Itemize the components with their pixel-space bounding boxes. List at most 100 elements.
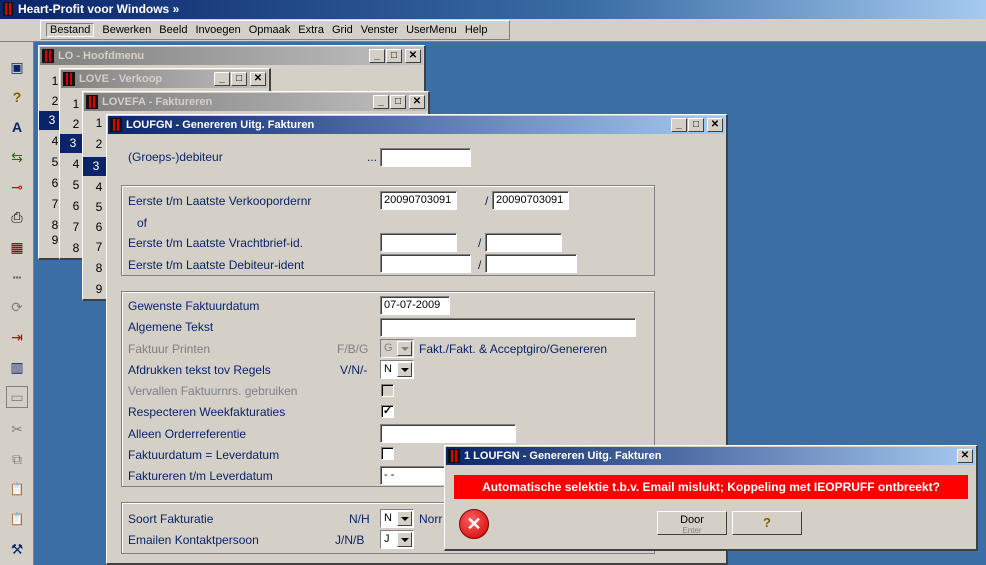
key-icon[interactable]: ⊸ [6, 176, 28, 198]
algemene-tekst-label: Algemene Tekst [128, 320, 214, 334]
calculator-icon[interactable]: ▦ [6, 236, 28, 258]
minimize-icon[interactable]: _ [369, 49, 385, 63]
faktuurdatum-input[interactable]: 07-07-2009 [380, 296, 450, 315]
or-label: of [137, 216, 148, 230]
faktuurdatum-label: Gewenste Faktuurdatum [128, 299, 260, 313]
window-icon[interactable]: ▭ [6, 386, 28, 408]
weekfakturaties-label: Respecteren Weekfakturaties [128, 405, 286, 419]
app-titlebar: Heart-Profit voor Windows » [0, 0, 986, 19]
faktuur-printen-value: G [384, 342, 393, 354]
debiteur-input[interactable] [380, 148, 471, 167]
debiteur-ident-to-input[interactable] [485, 254, 577, 273]
print-icon[interactable]: ⎙ [6, 206, 28, 228]
maximize-icon[interactable]: □ [386, 49, 402, 63]
menu-usermenu[interactable]: UserMenu [406, 24, 457, 36]
menu-bewerken[interactable]: Bewerken [102, 24, 151, 36]
help-icon: ? [763, 515, 771, 530]
menu-extra[interactable]: Extra [298, 24, 324, 36]
document-icon[interactable]: ▣ [6, 56, 28, 78]
faktuur-printen-label: Faktuur Printen [128, 342, 211, 356]
soort-fakturatie-label: Soort Fakturatie [128, 512, 214, 526]
tool-icon[interactable]: ⚒ [6, 538, 28, 560]
door-button-shortcut: Enter [682, 526, 702, 535]
chevron-down-icon[interactable] [397, 341, 412, 356]
emailen-label: Emailen Kontaktpersoon [128, 533, 259, 547]
afdrukken-select[interactable]: N [380, 360, 414, 379]
maximize-icon[interactable]: □ [688, 118, 704, 132]
window-genereren-titlebar: LOUFGN - Genereren Uitg. Fakturen _ □ ✕ [108, 116, 725, 134]
window-hoofdmenu-title: LO - Hoofdmenu [58, 50, 145, 62]
debiteur-lookup-dots[interactable]: ... [367, 150, 377, 164]
vrachtbrief-from-input[interactable] [380, 233, 457, 252]
debiteur-label: (Groeps-)debiteur [128, 150, 223, 164]
app-title: Heart-Profit voor Windows » [18, 2, 180, 16]
copy-icon[interactable]: ⧉ [6, 448, 28, 470]
window-faktureren-title: LOVEFA - Faktureren [102, 96, 213, 108]
leverdatum-tm-input[interactable]: - - [380, 466, 450, 485]
door-button-label: Door [680, 514, 704, 526]
vrachtbrief-to-input[interactable] [485, 233, 562, 252]
maximize-icon[interactable]: □ [390, 95, 406, 109]
close-icon[interactable]: ✕ [707, 118, 723, 132]
dots-icon[interactable]: ▪▪▪ [6, 266, 28, 288]
chevron-down-icon[interactable] [397, 511, 412, 526]
debiteur-ident-label: Eerste t/m Laatste Debiteur-ident [128, 258, 305, 272]
help-icon[interactable]: ? [6, 86, 28, 108]
orderreferentie-label: Alleen Orderreferentie [128, 427, 247, 441]
minimize-icon[interactable]: _ [373, 95, 389, 109]
verkooporder-to-input[interactable]: 20090703091 [492, 191, 569, 210]
menu-invoegen[interactable]: Invoegen [195, 24, 240, 36]
verkooporder-from-input[interactable]: 20090703091 [380, 191, 457, 210]
vrachtbrief-label: Eerste t/m Laatste Vrachtbrief-id. [128, 236, 303, 250]
chevron-down-icon[interactable] [397, 362, 412, 377]
maximize-icon[interactable]: □ [231, 72, 247, 86]
help-button[interactable]: ? [732, 511, 802, 535]
menu-venster[interactable]: Venster [361, 24, 398, 36]
emailen-select[interactable]: J [380, 530, 414, 549]
close-icon[interactable]: ✕ [409, 95, 425, 109]
menu-beeld[interactable]: Beeld [159, 24, 187, 36]
debiteur-ident-from-input[interactable] [380, 254, 471, 273]
window-logo-icon [86, 95, 98, 109]
error-icon: ✕ [459, 509, 489, 539]
window-logo-icon [42, 49, 54, 63]
window-hoofdmenu-titlebar: LO - Hoofdmenu _ □ ✕ [40, 47, 423, 65]
window-logo-icon [63, 72, 75, 86]
minimize-icon[interactable]: _ [671, 118, 687, 132]
minimize-icon[interactable]: _ [214, 72, 230, 86]
chart-icon[interactable]: ▥ [6, 356, 28, 378]
window-logo-icon [448, 449, 460, 463]
chevron-down-icon[interactable] [397, 532, 412, 547]
afdrukken-label: Afdrukken tekst tov Regels [128, 363, 271, 377]
close-icon[interactable]: ✕ [405, 49, 421, 63]
reload-icon[interactable]: ⇆ [6, 146, 28, 168]
menu-help[interactable]: Help [465, 24, 488, 36]
leverdatum-eq-label: Faktuurdatum = Leverdatum [128, 448, 280, 462]
soort-fakturatie-description: Norr [419, 512, 443, 526]
menu-grid[interactable]: Grid [332, 24, 353, 36]
menu-bestand[interactable]: Bestand [46, 23, 95, 37]
cut-icon[interactable]: ✂ [6, 418, 28, 440]
leverdatum-eq-checkbox[interactable] [381, 447, 394, 460]
font-icon[interactable]: A [6, 116, 28, 138]
vervallen-checkbox[interactable] [381, 384, 394, 397]
door-button[interactable]: Door Enter [657, 511, 727, 535]
refresh-icon[interactable]: ⟳ [6, 296, 28, 318]
orderreferentie-input[interactable] [380, 424, 516, 443]
close-icon[interactable]: ✕ [957, 449, 973, 463]
weekfakturaties-checkbox[interactable]: ✓ [381, 405, 394, 418]
close-icon[interactable]: ✕ [250, 72, 266, 86]
window-verkoop-titlebar: LOVE - Verkoop _ □ ✕ [61, 70, 268, 88]
algemene-tekst-input[interactable] [380, 318, 636, 337]
error-dialog-title: 1 LOUFGN - Genereren Uitg. Fakturen [464, 450, 662, 462]
verkooporder-label: Eerste t/m Laatste Verkoopordernr [128, 194, 312, 208]
export-icon[interactable]: ⇥ [6, 326, 28, 348]
paste-icon[interactable]: 📋 [6, 478, 28, 500]
menu-opmaak[interactable]: Opmaak [249, 24, 291, 36]
paste-special-icon[interactable]: 📋 [6, 508, 28, 530]
left-toolbar: ▣ ? A ⇆ ⊸ ⎙ ▦ ▪▪▪ ⟳ ⇥ ▥ ▭ ✂ ⧉ 📋 📋 ⚒ [0, 42, 34, 565]
range-separator: / [478, 258, 482, 272]
faktuur-printen-select[interactable]: G [380, 339, 414, 358]
soort-fakturatie-select[interactable]: N [380, 509, 414, 528]
menu-container: Bestand Bewerken Beeld Invoegen Opmaak E… [40, 20, 510, 40]
